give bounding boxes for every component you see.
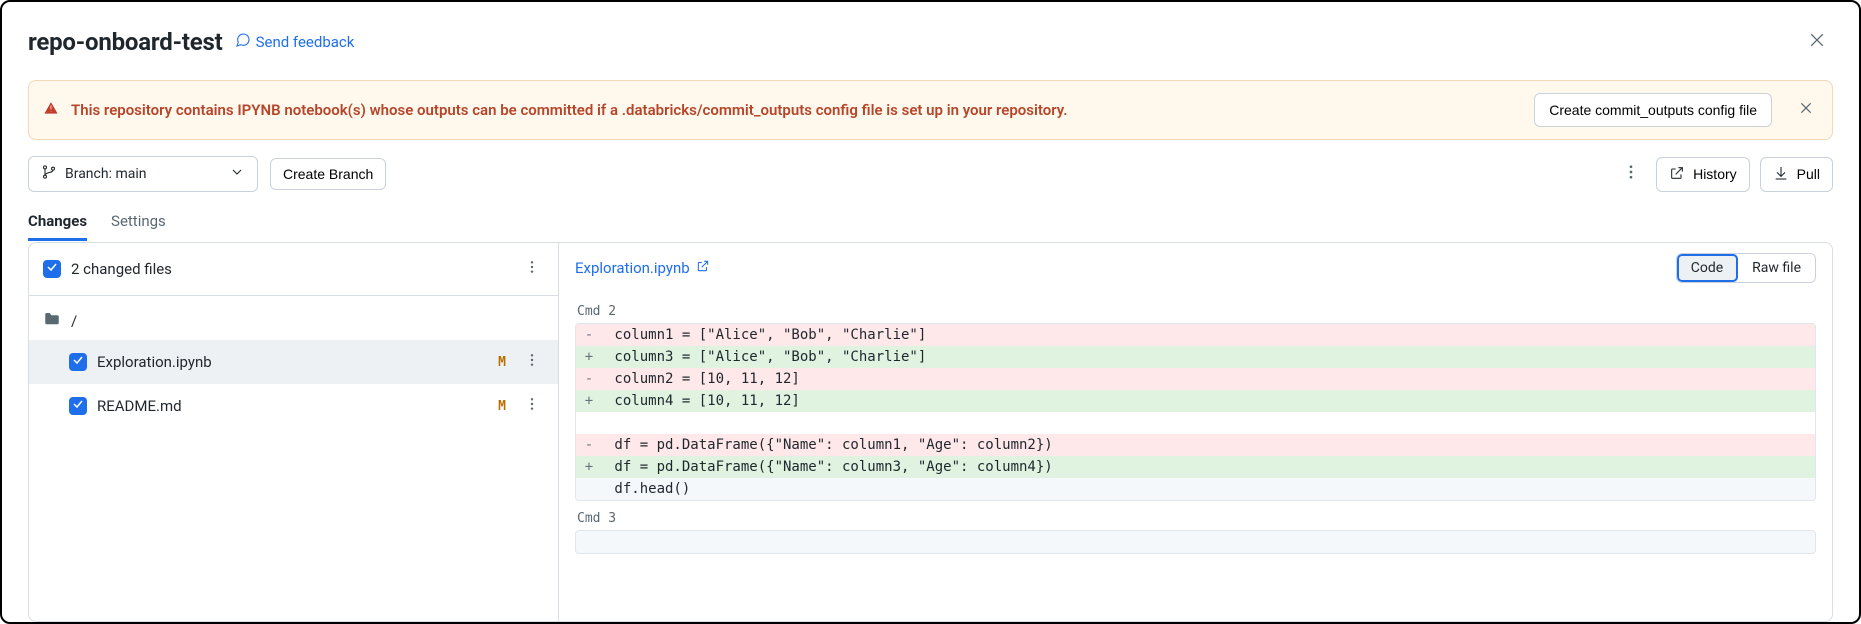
chevron-down-icon bbox=[229, 164, 245, 184]
history-button[interactable]: History bbox=[1656, 157, 1750, 192]
check-icon bbox=[72, 354, 84, 370]
file-status-badge: M bbox=[498, 399, 510, 414]
tree-root-label: / bbox=[71, 312, 544, 330]
file-checkbox[interactable] bbox=[69, 397, 87, 415]
select-all-checkbox[interactable] bbox=[43, 260, 61, 278]
diff-line: + column3 = ["Alice", "Bob", "Charlie"] bbox=[576, 346, 1815, 368]
tab-settings[interactable]: Settings bbox=[111, 212, 166, 241]
diff-line: - column1 = ["Alice", "Bob", "Charlie"] bbox=[576, 324, 1815, 346]
diff-line bbox=[576, 412, 1815, 434]
view-mode-raw[interactable]: Raw file bbox=[1738, 254, 1815, 282]
branch-label: Branch: main bbox=[65, 166, 146, 182]
pull-label: Pull bbox=[1797, 166, 1820, 182]
changed-files-summary: 2 changed files bbox=[71, 260, 510, 278]
file-name: Exploration.ipynb bbox=[97, 353, 488, 371]
diff-block: - column1 = ["Alice", "Bob", "Charlie"]+… bbox=[575, 323, 1816, 501]
file-name-label: Exploration.ipynb bbox=[575, 259, 690, 277]
banner-text: This repository contains IPYNB notebook(… bbox=[71, 101, 1522, 119]
file-name: README.md bbox=[97, 397, 488, 415]
comment-icon bbox=[235, 32, 251, 52]
download-icon bbox=[1773, 165, 1789, 184]
tab-changes[interactable]: Changes bbox=[28, 212, 87, 241]
feedback-label: Send feedback bbox=[256, 33, 355, 51]
view-mode-toggle: Code Raw file bbox=[1676, 253, 1816, 283]
banner-dismiss-button[interactable] bbox=[1794, 96, 1818, 124]
diff-content: Exploration.ipynb Code Raw file Cmd 2 - c… bbox=[559, 243, 1832, 621]
tabs: Changes Settings bbox=[28, 212, 1833, 242]
file-row[interactable]: README.md M bbox=[29, 384, 558, 428]
kebab-icon bbox=[1622, 170, 1640, 185]
close-icon bbox=[1798, 105, 1814, 120]
diff-line: - df = pd.DataFrame({"Name": column1, "A… bbox=[576, 434, 1815, 456]
pull-button[interactable]: Pull bbox=[1760, 157, 1833, 192]
create-branch-button[interactable]: Create Branch bbox=[270, 158, 386, 190]
file-row[interactable]: Exploration.ipynb M bbox=[29, 340, 558, 384]
cell-label: Cmd 2 bbox=[577, 304, 1816, 319]
diff-line: + df = pd.DataFrame({"Name": column3, "A… bbox=[576, 456, 1815, 478]
file-more-button[interactable] bbox=[520, 392, 544, 420]
diff-line: df.head() bbox=[576, 478, 1815, 500]
changes-sidebar: 2 changed files / Exploration.ipynb M RE… bbox=[29, 243, 559, 621]
commit-outputs-banner: This repository contains IPYNB notebook(… bbox=[28, 80, 1833, 140]
view-mode-code[interactable]: Code bbox=[1677, 254, 1738, 282]
kebab-icon bbox=[524, 357, 540, 372]
external-link-icon bbox=[1669, 165, 1685, 184]
diff-line: - column2 = [10, 11, 12] bbox=[576, 368, 1815, 390]
warning-icon bbox=[43, 100, 59, 120]
cell-label: Cmd 3 bbox=[577, 511, 1816, 526]
diff-line: + column4 = [10, 11, 12] bbox=[576, 390, 1815, 412]
send-feedback-link[interactable]: Send feedback bbox=[235, 32, 355, 52]
file-checkbox[interactable] bbox=[69, 353, 87, 371]
open-file-link[interactable]: Exploration.ipynb bbox=[575, 259, 710, 277]
folder-icon bbox=[43, 310, 61, 332]
file-tree: / Exploration.ipynb M README.md M bbox=[29, 296, 558, 428]
tree-root[interactable]: / bbox=[29, 302, 558, 340]
create-config-button[interactable]: Create commit_outputs config file bbox=[1534, 93, 1772, 127]
page-title: repo-onboard-test bbox=[28, 28, 223, 56]
kebab-icon bbox=[524, 401, 540, 416]
kebab-icon bbox=[524, 264, 540, 279]
more-actions-button[interactable] bbox=[1616, 157, 1646, 191]
git-branch-icon bbox=[41, 164, 57, 184]
file-more-button[interactable] bbox=[520, 348, 544, 376]
external-link-icon bbox=[696, 259, 710, 277]
check-icon bbox=[46, 261, 58, 277]
diff-block-empty bbox=[575, 530, 1816, 554]
check-icon bbox=[72, 398, 84, 414]
sidebar-more-button[interactable] bbox=[520, 255, 544, 283]
main-panel: 2 changed files / Exploration.ipynb M RE… bbox=[28, 242, 1833, 622]
branch-selector[interactable]: Branch: main bbox=[28, 156, 258, 192]
close-dialog-button[interactable] bbox=[1801, 24, 1833, 60]
file-status-badge: M bbox=[498, 355, 510, 370]
create-branch-label: Create Branch bbox=[283, 166, 373, 182]
history-label: History bbox=[1693, 166, 1737, 182]
close-icon bbox=[1807, 39, 1827, 54]
